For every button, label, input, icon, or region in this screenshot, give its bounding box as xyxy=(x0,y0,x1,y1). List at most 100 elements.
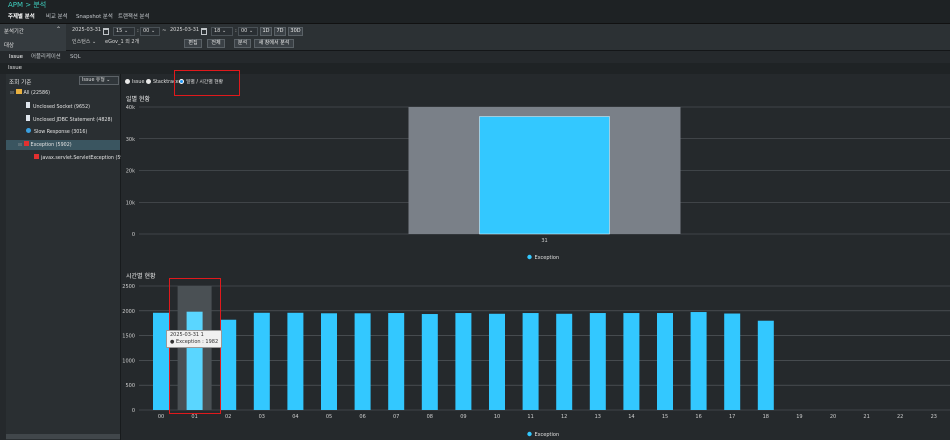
range-1d-button[interactable]: 1D xyxy=(260,27,272,36)
bar xyxy=(489,313,505,410)
y-tick-label: 20k xyxy=(126,169,135,175)
start-hour-select[interactable]: 15 ⌄ xyxy=(113,27,135,36)
daily-chart: 40k 30k 20k 10k 0 31 Exception xyxy=(126,105,950,261)
x-tick-label: 15 xyxy=(662,414,668,420)
legend-marker xyxy=(527,254,532,260)
start-min-select[interactable]: 00 ⌄ xyxy=(140,27,160,36)
x-tick-label: 05 xyxy=(326,414,332,420)
y-tick-label: 0 xyxy=(132,232,135,238)
y-tick-label: 2000 xyxy=(122,309,135,315)
bar xyxy=(455,313,472,410)
filter-labels: 분석기간 ⌃ 대상 xyxy=(0,24,66,51)
legend-label: Exception xyxy=(535,432,560,438)
x-tick-label: 18 xyxy=(763,414,769,420)
chart-tooltip: 2025-03-31 1 ● Exception : 1982 xyxy=(166,330,223,348)
nav-snapshot-analysis[interactable]: Snapshot 분석 xyxy=(76,11,113,24)
nav-topic-analysis[interactable]: 주제별 분석 xyxy=(8,11,35,24)
x-tick-label: 14 xyxy=(628,414,634,420)
tab-application[interactable]: 어플리케이션 xyxy=(31,51,61,63)
hourly-chart: 2500200015001000500000 01 02 03 04 05 06 07 08 09… xyxy=(122,284,950,438)
x-tick-label: 20 xyxy=(830,414,836,420)
bar xyxy=(690,312,707,410)
y-tick-label: 1500 xyxy=(122,334,135,340)
tree-item-exception[interactable]: ⊟ Exception (5902) xyxy=(18,141,72,150)
tree-item-servlet-exception[interactable]: javax.servlet.ServletException (590 xyxy=(34,154,127,163)
bar xyxy=(556,313,573,410)
tree-item-all[interactable]: ⊟ All (22586) xyxy=(10,89,50,98)
x-tick-label: 12 xyxy=(561,414,567,420)
instance-type-select[interactable]: 인스턴스 ⌄ xyxy=(70,39,100,48)
issue-bar-title: Issue xyxy=(8,65,22,71)
bar xyxy=(354,313,371,410)
range-tilde: ~ xyxy=(162,28,167,34)
x-tick-label: 10 xyxy=(494,414,500,420)
bar xyxy=(757,320,774,410)
instance-value: eGov_1 외 2개 xyxy=(105,39,140,45)
tab-sql[interactable]: SQL xyxy=(70,51,81,63)
tree-item-unclosed-jdbc[interactable]: Unclosed JDBC Statement (4828) xyxy=(26,115,112,125)
app-title: APM > 분석 xyxy=(8,1,47,9)
bar xyxy=(657,313,673,410)
calendar-icon[interactable] xyxy=(103,28,109,35)
bar xyxy=(522,313,539,410)
bar xyxy=(479,116,610,235)
y-tick-label: 30k xyxy=(126,137,135,143)
target-label: 대상 xyxy=(4,43,14,49)
new-window-analyze-button[interactable]: 새 창에서 분석 xyxy=(254,39,294,48)
x-tick-label: 16 xyxy=(695,414,701,420)
x-tick-label: 02 xyxy=(225,414,231,420)
x-tick-label: 21 xyxy=(863,414,869,420)
y-tick-label: 500 xyxy=(125,383,135,389)
tree-item-unclosed-socket[interactable]: Unclosed Socket (9652) xyxy=(26,102,90,112)
period-label: 분석기간 xyxy=(4,29,24,35)
collapse-icon[interactable]: ⌃ xyxy=(56,26,61,33)
all-button[interactable]: 전체 xyxy=(207,39,225,48)
x-tick-label: 31 xyxy=(541,238,547,244)
time-separator: : xyxy=(137,28,139,34)
title-bar: APM > 분석 xyxy=(0,0,950,11)
x-tick-label: 00 xyxy=(158,414,164,420)
range-7d-button[interactable]: 7D xyxy=(274,27,286,36)
y-tick-label: 2500 xyxy=(122,284,135,290)
charts-svg: 40k30k20k10k031Exception 250020001500100… xyxy=(122,105,950,438)
nav-transaction-analysis[interactable]: 트랜잭션 분석 xyxy=(118,11,149,24)
sub-tabs: Issue 어플리케이션 SQL xyxy=(0,51,950,64)
nav-compare-analysis[interactable]: 비교 분석 xyxy=(46,11,68,24)
legend-label: Exception xyxy=(535,255,560,261)
x-tick-label: 19 xyxy=(796,414,802,420)
tree-item-slow-response[interactable]: Slow Response (3016) xyxy=(26,128,87,137)
bar xyxy=(287,312,304,410)
x-tick-label: 08 xyxy=(427,414,433,420)
x-tick-label: 09 xyxy=(460,414,466,420)
y-tick-label: 10k xyxy=(126,200,135,206)
x-tick-label: 17 xyxy=(729,414,735,420)
end-min-select[interactable]: 00 ⌄ xyxy=(238,27,258,36)
sidebar-title: 조회 기준 xyxy=(9,80,32,86)
sidebar: 조회 기준 Issue 유형 ⌄ ⊟ All (22586) Unclosed … xyxy=(6,74,127,440)
x-tick-label: 23 xyxy=(931,414,937,420)
edit-button[interactable]: 편집 xyxy=(184,39,202,48)
bar xyxy=(724,313,741,410)
range-30d-button[interactable]: 30D xyxy=(288,27,303,36)
bar xyxy=(421,314,438,410)
horizontal-scrollbar[interactable] xyxy=(6,434,120,439)
top-nav: 주제별 분석 비교 분석 Snapshot 분석 트랜잭션 분석 xyxy=(0,11,950,24)
bar xyxy=(623,313,640,410)
calendar-icon[interactable] xyxy=(201,28,207,35)
bar xyxy=(220,319,237,410)
legend-marker xyxy=(527,431,532,437)
end-date-input[interactable]: 2025-03-31 xyxy=(168,27,204,36)
issue-type-select[interactable]: Issue 유형 ⌄ xyxy=(79,76,119,85)
x-tick-label: 06 xyxy=(359,414,365,420)
y-tick-label: 40k xyxy=(126,105,135,111)
bar xyxy=(253,312,270,410)
bar xyxy=(589,313,606,410)
time-separator: : xyxy=(235,28,237,34)
analyze-button[interactable]: 분석 xyxy=(234,39,251,48)
x-tick-label: 04 xyxy=(292,414,298,420)
issue-bar: Issue xyxy=(0,63,950,74)
end-hour-select[interactable]: 18 ⌄ xyxy=(211,27,233,36)
bar xyxy=(321,313,337,410)
bar xyxy=(153,312,169,410)
x-tick-label: 22 xyxy=(897,414,903,420)
